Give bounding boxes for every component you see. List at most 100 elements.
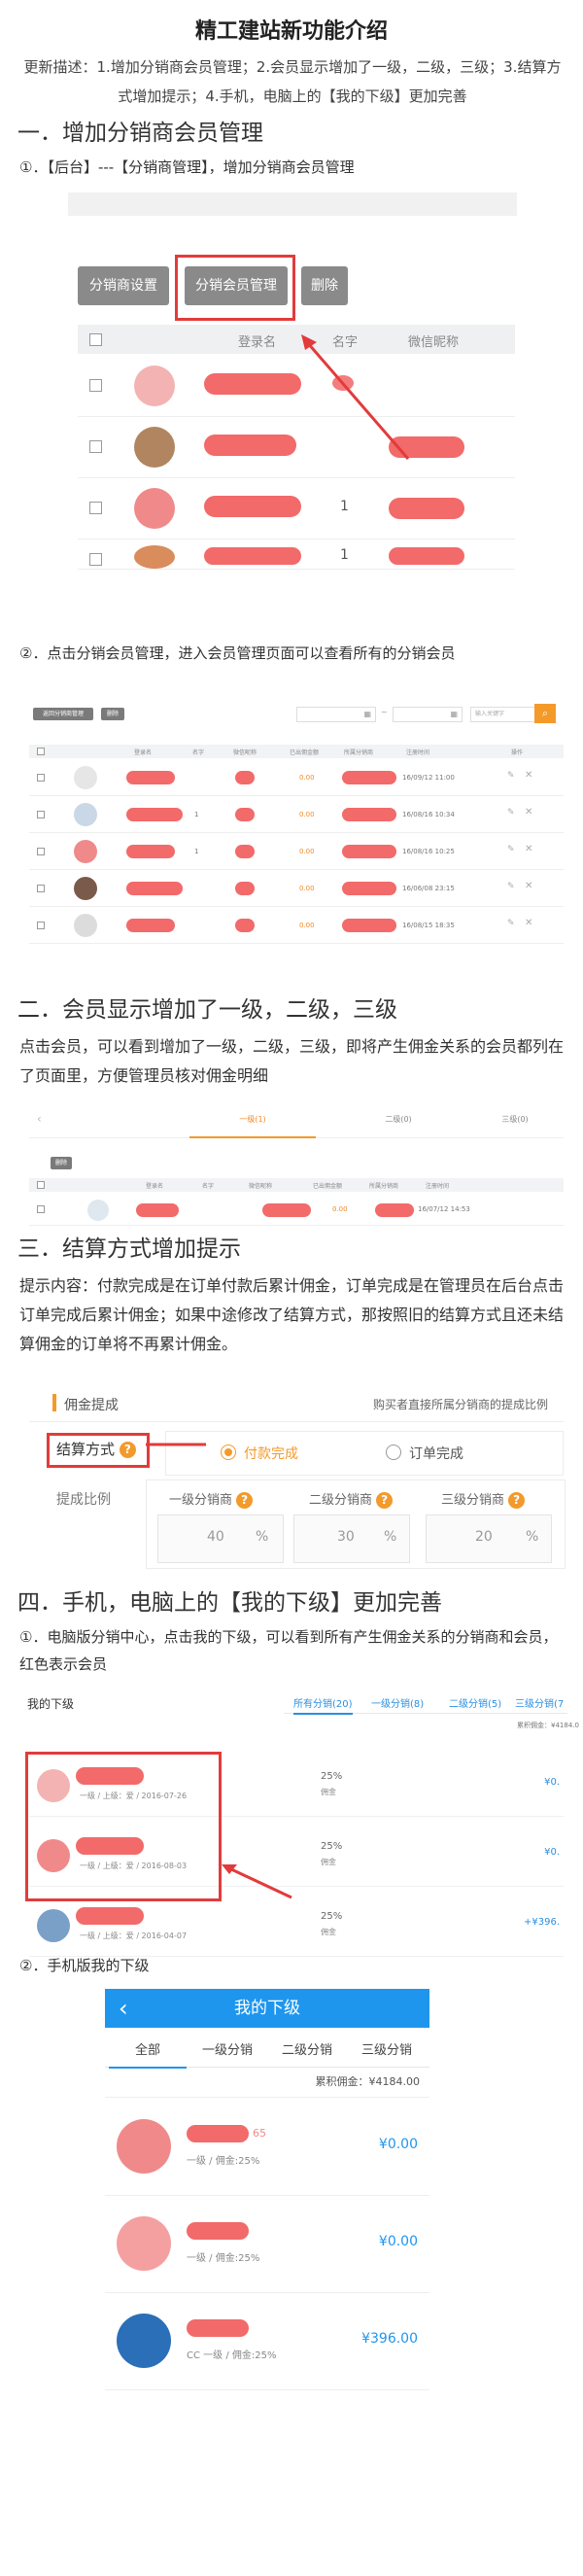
redacted-mark (342, 919, 396, 932)
list-item: 一级 / 佣金:25% ¥0.00 (105, 2195, 429, 2293)
redacted-mark (375, 1203, 414, 1217)
row-checkbox[interactable] (37, 922, 45, 929)
row-meta: 一级 / 佣金:25% (187, 2156, 260, 2167)
tab-level-1[interactable]: 一级分销 (189, 2039, 266, 2058)
date-from-input[interactable]: ▦ (296, 707, 376, 722)
mobile-total: 累积佣金：¥4184.00 (105, 2068, 429, 2098)
member-table-header: 登录名 名字 微信昵称 已出佣金额 所属分销商 注册时间 操作 (29, 745, 564, 758)
table-row: 0.00 16/08/15 18:35 ✎ ✕ (29, 908, 564, 944)
level-tabs: ‹ 一级(1) 二级(0) 三级(0) (29, 1102, 564, 1138)
search-icon[interactable]: ⌕ (534, 704, 556, 723)
close-icon[interactable]: ✕ (525, 770, 532, 781)
row-checkbox[interactable] (37, 811, 45, 818)
section-3-heading: 三．结算方式增加提示 (17, 1236, 241, 1262)
select-all-checkbox[interactable] (37, 1181, 45, 1189)
col-reg-time: 注册时间 (426, 1183, 450, 1190)
table-row: 0.00 16/09/12 11:00 ✎ ✕ (29, 760, 564, 796)
row-amount: 0.00 (332, 1205, 348, 1213)
redacted-mark (235, 845, 255, 858)
section-4-step: ①．电脑版分销中心，点击我的下级，可以看到所有产生佣金关系的分销商和会员，红色表… (19, 1628, 558, 1673)
section-1-step-2: ②．点击分销会员管理，进入会员管理页面可以查看所有的分销会员 (19, 644, 456, 662)
edit-icon[interactable]: ✎ (507, 919, 515, 928)
row-date: 16/07/12 14:53 (418, 1205, 470, 1213)
row-amount: ¥396.00 (361, 2331, 418, 2347)
redacted-mark (187, 2222, 249, 2240)
delete-button[interactable]: 删除 (51, 1157, 72, 1169)
col-distributor: 所属分销商 (369, 1183, 399, 1190)
avatar (74, 840, 97, 863)
row-amount: ¥0.00 (378, 2137, 418, 2152)
date-to-input[interactable]: ▦ (393, 707, 463, 722)
row-amount: 0.00 (299, 885, 315, 892)
edit-icon[interactable]: ✎ (507, 882, 515, 891)
redacted-mark (235, 808, 255, 821)
table-row: 0.00 16/07/12 14:53 (29, 1194, 564, 1226)
close-icon[interactable]: ✕ (525, 807, 532, 818)
mobile-frame: ‹ 我的下级 全部 一级分销 二级分销 三级分销 累积佣金：¥4184.00 6… (105, 1989, 429, 2426)
back-to-distributors-button[interactable]: 返回分销商管理 (33, 708, 93, 720)
pointer-arrow (301, 334, 410, 460)
col-wechat: 微信昵称 (249, 1183, 273, 1190)
close-icon[interactable]: ✕ (525, 844, 532, 854)
select-all-checkbox[interactable] (37, 748, 45, 755)
date-separator: ~ (381, 708, 388, 716)
redacted-mark (187, 2319, 249, 2337)
row-date: 16/06/08 23:15 (402, 885, 455, 892)
table-row: 1 0.00 16/08/16 10:34 ✎ ✕ (29, 797, 564, 833)
calendar-icon: ▦ (450, 710, 458, 718)
tab-level-3[interactable]: 三级分销 (348, 2039, 426, 2058)
tab-level-3[interactable]: 三级(0) (486, 1114, 544, 1125)
avatar (74, 766, 97, 789)
mobile-tabs: 全部 一级分销 二级分销 三级分销 (105, 2028, 429, 2069)
row-meta: CC 一级 / 佣金:25% (187, 2350, 277, 2361)
screenshot-pc-subordinates: 我的下级 所有分销(20) 一级分销(8) 二级分销(5) 三级分销(7 累积佣… (0, 1678, 583, 1957)
edit-icon[interactable]: ✎ (507, 808, 515, 818)
list-item: CC 一级 / 佣金:25% ¥396.00 (105, 2292, 429, 2390)
row-checkbox[interactable] (37, 1205, 45, 1213)
redacted-mark (136, 1203, 179, 1217)
pointer-arrow (222, 1864, 292, 1899)
row-amount: 0.00 (299, 922, 315, 929)
back-icon[interactable]: ‹ (119, 1989, 128, 2028)
list-item: 65 一级 / 佣金:25% ¥0.00 (105, 2098, 429, 2196)
close-icon[interactable]: ✕ (525, 881, 532, 891)
table-row: 1 0.00 16/08/16 10:25 ✎ ✕ (29, 834, 564, 870)
edit-icon[interactable]: ✎ (507, 845, 515, 854)
row-date: 16/08/15 18:35 (402, 922, 455, 929)
close-icon[interactable]: ✕ (525, 918, 532, 928)
avatar (74, 914, 97, 937)
col-reg-time: 注册时间 (406, 749, 430, 756)
redacted-mark (342, 882, 396, 895)
search-input[interactable]: 输入关键字 (470, 707, 538, 722)
section-3-para: 提示内容：付款完成是在订单付款后累计佣金，订单完成是在管理员在后台点击订单完成后… (19, 1276, 565, 1353)
row-checkbox[interactable] (37, 885, 45, 892)
avatar (87, 1200, 109, 1221)
row-checkbox[interactable] (37, 774, 45, 782)
section-2-heading: 二．会员显示增加了一级，二级，三级 (17, 997, 397, 1023)
tab-all[interactable]: 全部 (109, 2039, 187, 2069)
col-name: 名字 (192, 749, 205, 756)
row-date: 16/08/16 10:25 (402, 848, 455, 855)
avatar (117, 2216, 171, 2271)
delete-button[interactable]: 删除 (101, 708, 124, 720)
col-wechat: 微信昵称 (233, 749, 257, 756)
level-table-header: 登录名 名字 微信昵称 已出佣金额 所属分销商 注册时间 (29, 1178, 564, 1192)
tab-level-1[interactable]: 一级(1) (189, 1102, 316, 1138)
col-commission: 已出佣金额 (313, 1183, 343, 1190)
section-4-heading: 四．手机，电脑上的【我的下级】更加完善 (17, 1590, 442, 1616)
redacted-mark (126, 919, 175, 932)
col-login: 登录名 (134, 749, 153, 756)
tab-level-2[interactable]: 二级(0) (369, 1114, 428, 1125)
row-checkbox[interactable] (37, 848, 45, 855)
tab-level-2[interactable]: 二级分销 (268, 2039, 346, 2058)
mobile-header: ‹ 我的下级 (105, 1989, 429, 2028)
page-title: 精工建站新功能介绍 (194, 19, 388, 44)
col-distributor: 所属分销商 (344, 749, 374, 756)
redacted-mark (262, 1203, 311, 1217)
redacted-mark (342, 771, 396, 784)
redacted-mark (126, 882, 183, 895)
screenshot-mobile-subordinates: ‹ 我的下级 全部 一级分销 二级分销 三级分销 累积佣金：¥4184.00 6… (0, 1979, 583, 2446)
col-login: 登录名 (146, 1183, 164, 1190)
edit-icon[interactable]: ✎ (507, 771, 515, 781)
chevron-left-icon[interactable]: ‹ (37, 1112, 42, 1126)
